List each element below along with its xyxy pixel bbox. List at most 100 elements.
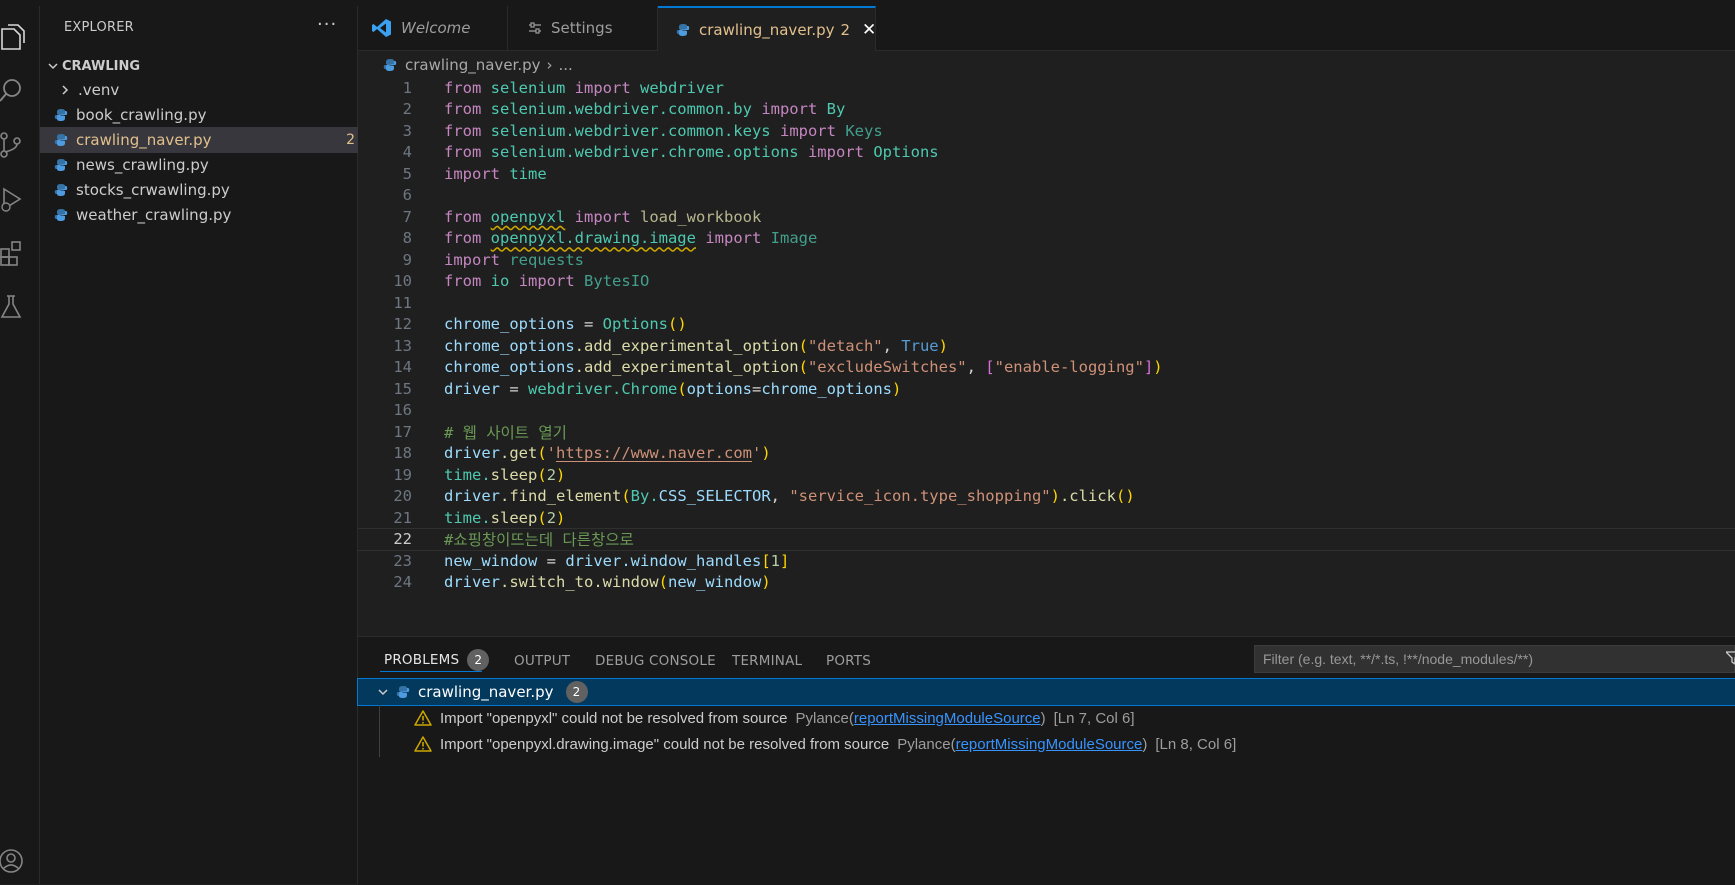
chevron-down-icon (374, 686, 392, 698)
line-code: import time (444, 164, 547, 183)
breadcrumb-file[interactable]: crawling_naver.py (405, 56, 541, 74)
code-line: 5 import time (358, 162, 1735, 186)
line-number: 2 (402, 100, 412, 119)
line-code: driver.get('https://www.naver.com') (444, 444, 771, 463)
line-code: from openpyxl.drawing.image import Image (444, 229, 818, 248)
problem-rule-link[interactable]: reportMissingModuleSource (956, 736, 1143, 753)
chevron-right-icon (58, 84, 72, 96)
line-code: driver.switch_to.window(new_window) (444, 573, 771, 592)
warning-icon (414, 736, 432, 752)
line-number: 4 (402, 143, 412, 162)
bottom-panel: PROBLEMS 2 OUTPUT DEBUG CONSOLE TERMINAL … (357, 636, 1735, 885)
explorer-sidebar: EXPLORER ··· CRAWLING .venv book_crawlin… (40, 6, 371, 884)
extensions-icon[interactable] (0, 236, 26, 270)
paren: ) (1040, 709, 1046, 727)
line-number: 24 (393, 573, 412, 592)
line-number: 17 (393, 422, 412, 441)
problem-source: Pylance (795, 709, 849, 727)
tab-problem-count: 2 (840, 20, 851, 39)
editor-tab-bar: Welcome Settings crawling_naver.py 2 ✕ (358, 6, 1735, 51)
tree-file-news-crawling[interactable]: news_crawling.py (40, 152, 371, 178)
tree-folder-venv[interactable]: .venv (40, 77, 375, 103)
line-number: 23 (393, 551, 412, 570)
vscode-logo-icon (372, 18, 392, 38)
code-line: 7 from openpyxl import load_workbook (358, 205, 1735, 229)
more-actions-icon[interactable]: ··· (317, 14, 337, 35)
run-debug-icon[interactable] (0, 182, 26, 216)
line-number: 21 (393, 508, 412, 527)
tab-crawling-naver[interactable]: crawling_naver.py 2 ✕ (658, 6, 876, 51)
line-code: import requests (444, 250, 584, 269)
tab-label: crawling_naver.py (699, 20, 835, 39)
line-number: 5 (402, 164, 412, 183)
tree-item-label: book_crawling.py (76, 106, 207, 124)
tree-item-label: stocks_crwawling.py (76, 181, 230, 199)
problem-rule-link[interactable]: reportMissingModuleSource (854, 710, 1041, 727)
workspace-name: CRAWLING (62, 58, 141, 74)
python-file-icon (54, 183, 68, 197)
account-icon[interactable] (0, 844, 26, 878)
tab-output[interactable]: OUTPUT (514, 653, 570, 669)
tab-ports[interactable]: PORTS (826, 653, 871, 669)
explorer-icon[interactable] (0, 20, 26, 54)
python-file-icon (54, 208, 68, 222)
line-number: 10 (393, 272, 412, 291)
line-number: 19 (393, 465, 412, 484)
problem-item[interactable]: Import "openpyxl" could not be resolved … (414, 705, 1135, 731)
python-file-icon (383, 58, 397, 72)
workspace-section-header[interactable]: CRAWLING (44, 55, 140, 77)
tree-item-label: news_crawling.py (76, 156, 209, 174)
problems-filter-input[interactable]: Filter (e.g. text, **/*.ts, !**/node_mod… (1254, 645, 1735, 673)
python-file-icon (676, 23, 690, 37)
url-link: https://www.naver.com (556, 444, 752, 463)
active-tab-indicator (380, 671, 482, 672)
tree-file-weather-crawling[interactable]: weather_crawling.py (40, 202, 371, 228)
line-code: #쇼핑창이뜨는데 다른창으로 (444, 531, 634, 550)
tree-file-crawling-naver[interactable]: crawling_naver.py 2 (40, 127, 371, 153)
code-line: 2 from selenium.webdriver.common.by impo… (358, 98, 1735, 122)
tree-file-stocks-crwawling[interactable]: stocks_crwawling.py (40, 177, 371, 203)
python-file-icon (54, 133, 68, 147)
breadcrumb-separator: › (546, 56, 553, 74)
code-editor[interactable]: 1 from selenium import webdriver 2 from … (358, 76, 1735, 635)
unresolved-import-squiggle: openpyxl (490, 207, 566, 226)
code-line: 9 import requests (358, 248, 1735, 272)
tab-problems[interactable]: PROBLEMS 2 (384, 649, 490, 671)
code-line: 23 new_window = driver.window_handles[1] (358, 549, 1735, 573)
line-number: 12 (393, 315, 412, 334)
problem-item[interactable]: Import "openpyxl.drawing.image" could no… (414, 731, 1236, 757)
problem-count-badge: 2 (346, 132, 355, 148)
line-code: driver = webdriver.Chrome(options=chrome… (444, 379, 902, 398)
line-code: time.sleep(2) (444, 465, 566, 484)
settings-sliders-icon (528, 21, 542, 35)
breadcrumb-symbols[interactable]: ... (559, 56, 573, 74)
source-control-icon[interactable] (0, 128, 26, 162)
code-line: 11 (358, 291, 1735, 315)
line-code: time.sleep(2) (444, 508, 566, 527)
sidebar-title: EXPLORER (64, 20, 134, 35)
tree-item-label: weather_crawling.py (76, 206, 232, 224)
tab-settings[interactable]: Settings (508, 6, 658, 50)
tab-debug-console[interactable]: DEBUG CONSOLE (595, 653, 716, 669)
line-number: 13 (393, 336, 412, 355)
problem-message: Import "openpyxl.drawing.image" could no… (440, 735, 890, 753)
close-icon[interactable]: ✕ (862, 20, 876, 40)
search-icon[interactable] (0, 74, 26, 108)
code-line: 14 chrome_options.add_experimental_optio… (358, 356, 1735, 380)
problems-file-group[interactable]: crawling_naver.py 2 (357, 678, 1735, 706)
code-line: 10 from io import BytesIO (358, 270, 1735, 294)
testing-icon[interactable] (0, 290, 26, 324)
line-code: from selenium.webdriver.chrome.options i… (444, 143, 939, 162)
python-file-icon (54, 158, 68, 172)
filter-icon[interactable] (1724, 651, 1735, 669)
filter-placeholder: Filter (e.g. text, **/*.ts, !**/node_mod… (1263, 651, 1534, 667)
line-number: 16 (393, 401, 412, 420)
tab-terminal[interactable]: TERMINAL (732, 653, 802, 669)
code-line: 6 (358, 184, 1735, 208)
tab-welcome[interactable]: Welcome (358, 6, 508, 50)
line-code: from selenium.webdriver.common.keys impo… (444, 121, 883, 140)
problem-location: [Ln 8, Col 6] (1155, 735, 1237, 753)
tree-file-book-crawling[interactable]: book_crawling.py (40, 102, 371, 128)
line-number: 18 (393, 444, 412, 463)
warning-icon (414, 710, 432, 726)
